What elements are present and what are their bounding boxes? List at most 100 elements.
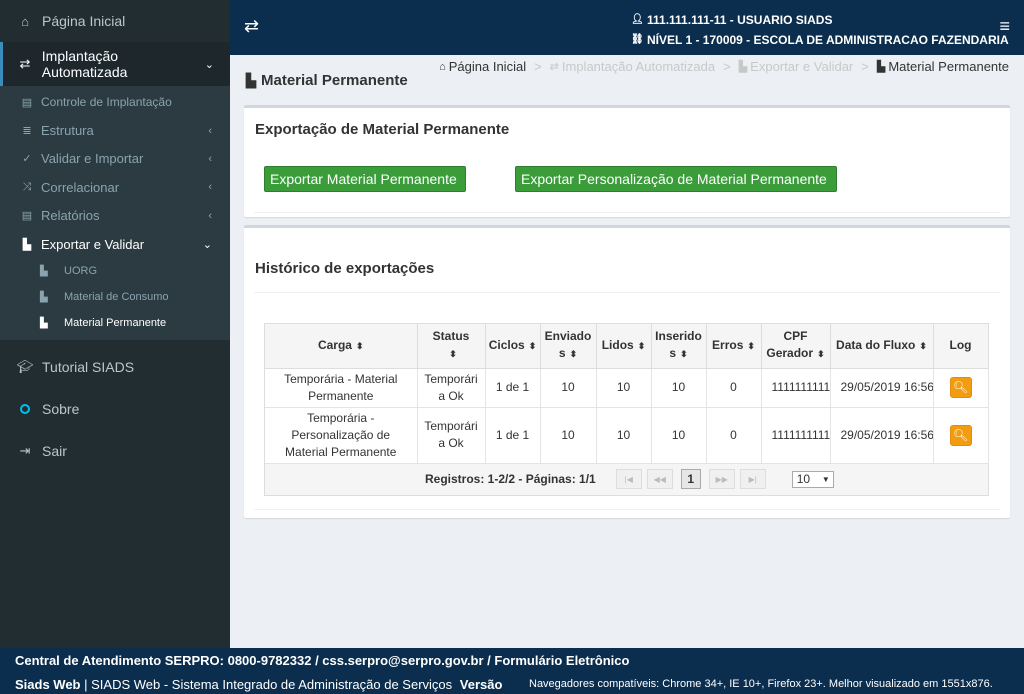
sidebar-item-home[interactable]: ⌂ Página Inicial	[0, 0, 230, 42]
sitemap-icon: ⛓	[631, 34, 644, 45]
file-export-icon: ▙	[246, 72, 256, 88]
breadcrumb-implantacao[interactable]: ⇄ Implantação Automatizada	[550, 59, 715, 74]
sidebar: ⌂ Página Inicial ⇄ Implantação Automatiz…	[0, 0, 230, 648]
cell-log: 🔍︎	[933, 407, 989, 464]
main-content: ▙ Material Permanente ⌂ Página Inicial > …	[230, 55, 1024, 648]
sidebar-item-label: Sair	[42, 443, 67, 460]
sidebar-item-exportar[interactable]: ▙ Exportar e Validar ⌄	[0, 230, 230, 258]
sidebar-submenu: ▤ Controle de Implantação ≣ Estrutura ‹ …	[0, 86, 230, 341]
sidebar-item-label: Tutorial SIADS	[42, 359, 135, 376]
sort-icon: ⬍	[637, 340, 646, 351]
caret-down-icon: ▼	[821, 474, 830, 484]
chevron-left-icon: ‹	[208, 152, 212, 165]
sidebar-submenu-exportar: ▙ UORG ▙ Material de Consumo ▙ Material …	[0, 258, 230, 336]
level-label: NÍVEL 1 - 170009 - ESCOLA DE ADMINISTRAC…	[647, 33, 1009, 47]
col-header-inseridos[interactable]: Inseridos ⬍	[651, 324, 707, 369]
sidebar-toggle-icon[interactable]: ⇄	[244, 16, 259, 37]
first-page-icon[interactable]: |◀	[615, 469, 642, 489]
col-header-data[interactable]: Data do Fluxo ⬍	[830, 324, 934, 369]
sidebar-item-label: Validar e Importar	[41, 151, 144, 167]
chevron-left-icon: ‹	[208, 181, 212, 194]
col-header-ciclos[interactable]: Ciclos ⬍	[485, 324, 541, 369]
sidebar-item-label: Relatórios	[41, 208, 100, 224]
sidebar-item-uorg[interactable]: ▙ UORG	[0, 258, 230, 284]
sidebar-item-label: Material Permanente	[64, 317, 167, 330]
sidebar-item-sobre[interactable]: Sobre	[0, 388, 230, 430]
sidebar-item-material-consumo[interactable]: ▙ Material de Consumo	[0, 284, 230, 310]
cell-ciclos: 1 de 1	[485, 368, 541, 408]
history-table: Carga ⬍ Status ⬍ Ciclos ⬍ Enviados ⬍ Lidos ⬍ …	[264, 323, 989, 496]
sidebar-item-tutorial[interactable]: 🎓︎ Tutorial SIADS	[0, 346, 230, 388]
cell-lidos: 10	[596, 368, 652, 408]
divider	[254, 509, 1000, 510]
user-icon: 👤︎	[631, 14, 644, 25]
sign-in-icon: ⇥	[19, 443, 31, 459]
cell-erros: 0	[706, 368, 762, 408]
cell-lidos: 10	[596, 407, 652, 464]
cell-cpf: 11111111111	[761, 368, 831, 408]
page-size-select[interactable]: 10 ▼	[791, 470, 834, 488]
sidebar-item-validar[interactable]: ✓ Validar e Importar ‹	[0, 145, 230, 173]
cell-inseridos: 10	[651, 407, 707, 464]
sidebar-item-material-permanente[interactable]: ▙ Material Permanente	[0, 310, 230, 336]
sort-icon: ⬍	[680, 349, 688, 360]
col-header-log: Log	[933, 324, 989, 369]
sidebar-item-estrutura[interactable]: ≣ Estrutura ‹	[0, 116, 230, 144]
home-icon: ⌂	[21, 13, 29, 29]
cell-data: 29/05/2019 16:56	[830, 368, 934, 408]
breadcrumb-separator: >	[723, 59, 731, 74]
last-page-icon[interactable]: ▶|	[739, 469, 766, 489]
cell-status: Temporária Ok	[417, 368, 486, 408]
history-box-title: Histórico de exportações	[255, 260, 435, 277]
sidebar-item-relatorios[interactable]: ▤ Relatórios ‹	[0, 202, 230, 230]
footer-app-line: Siads Web | SIADS Web - Sistema Integrad…	[15, 677, 503, 692]
cell-log: 🔍︎	[933, 368, 989, 408]
search-icon[interactable]: 🔍︎	[949, 377, 972, 398]
sort-icon: ⬍	[817, 349, 825, 360]
cell-cpf: 11111111111	[761, 407, 831, 464]
col-header-erros[interactable]: Erros ⬍	[706, 324, 762, 369]
breadcrumb: ⌂ Página Inicial > ⇄ Implantação Automatiz…	[439, 59, 1009, 74]
sidebar-item-implantacao[interactable]: ⇄ Implantação Automatizada ⌄	[0, 42, 230, 86]
pagination-info: Registros: 1-2/2 - Páginas: 1/1	[425, 472, 596, 486]
sort-icon: ⬍	[919, 340, 927, 351]
export-material-button[interactable]: Exportar Material Permanente	[264, 166, 466, 192]
cell-carga: Temporária - Personalização de Material …	[265, 407, 418, 464]
user-info: 👤︎ 111.111.111-11 - USUARIO SIADS ⛓ NÍVEL …	[631, 10, 1009, 50]
next-page-icon[interactable]: ▶▶	[708, 469, 735, 489]
cell-status: Temporária Ok	[417, 407, 486, 464]
footer-browsers: Navegadores compatíveis: Chrome 34+, IE …	[529, 678, 993, 690]
circle-icon	[17, 404, 33, 415]
sidebar-item-controle[interactable]: ▤ Controle de Implantação	[0, 88, 230, 116]
cell-ciclos: 1 de 1	[485, 407, 541, 464]
table-row: Temporária - Material Permanente Temporá…	[265, 368, 989, 408]
cell-carga: Temporária - Material Permanente	[265, 368, 418, 408]
col-header-carga[interactable]: Carga ⬍	[265, 324, 418, 369]
menu-icon[interactable]: ≡	[999, 16, 1010, 37]
sidebar-item-label: Sobre	[42, 401, 80, 418]
current-page-button[interactable]: 1	[680, 469, 701, 489]
prev-page-icon[interactable]: ◀◀	[646, 469, 673, 489]
list-icon: ▤	[21, 210, 33, 223]
export-personalization-button[interactable]: Exportar Personalização de Material Perm…	[515, 166, 837, 192]
breadcrumb-home[interactable]: ⌂ Página Inicial	[439, 59, 526, 74]
col-header-enviados[interactable]: Enviados ⬍	[540, 324, 597, 369]
sort-icon: ⬍	[355, 340, 364, 351]
col-header-status[interactable]: Status ⬍	[417, 324, 486, 369]
sidebar-item-label: Controle de Implantação	[41, 95, 172, 110]
exchange-icon: ⇄	[19, 56, 31, 71]
col-header-lidos[interactable]: Lidos ⬍	[596, 324, 652, 369]
sort-icon: ⬍	[449, 349, 457, 360]
sort-icon: ⬍	[569, 349, 578, 360]
random-icon: ⤨	[22, 180, 32, 193]
sidebar-item-correlacionar[interactable]: ⤨ Correlacionar ‹	[0, 173, 230, 201]
search-icon[interactable]: 🔍︎	[949, 424, 972, 446]
stack-icon: ≣	[22, 125, 32, 138]
sidebar-item-label: Implantação Automatizada	[41, 48, 128, 80]
sidebar-item-sair[interactable]: ⇥ Sair	[0, 430, 230, 472]
breadcrumb-exportar[interactable]: ▙ Exportar e Validar	[739, 59, 854, 74]
chevron-left-icon: ‹	[208, 209, 212, 222]
sidebar-item-label: Correlacionar	[41, 179, 120, 195]
col-header-cpf[interactable]: CPF Gerador ⬍	[761, 324, 831, 369]
pagination: Registros: 1-2/2 - Páginas: 1/1 |◀ ◀◀ 1 …	[265, 463, 988, 495]
